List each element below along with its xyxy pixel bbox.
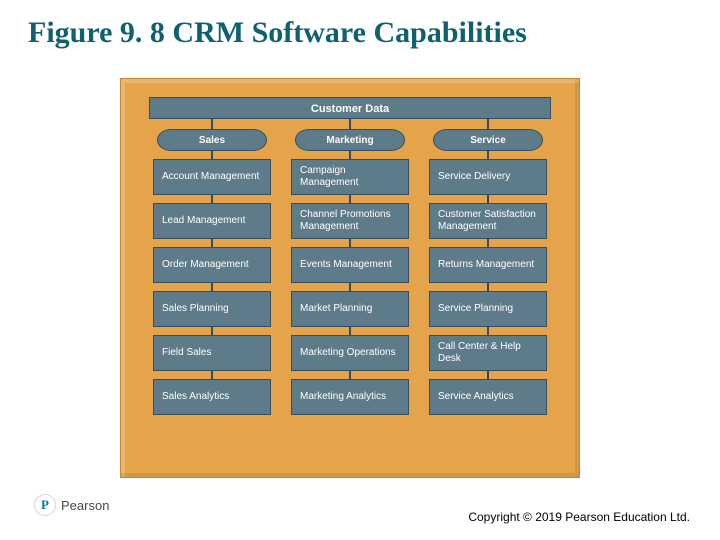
connector [211,283,213,291]
box-call-center-help-desk: Call Center & Help Desk [429,335,547,371]
connector [349,239,351,247]
box-service-planning: Service Planning [429,291,547,327]
header-customer-data: Customer Data [149,97,551,119]
connector [487,371,489,379]
copyright-text: Copyright © 2019 Pearson Education Ltd. [468,510,690,524]
box-sales-planning: Sales Planning [153,291,271,327]
box-campaign-management: Campaign Management [291,159,409,195]
connector [211,327,213,335]
box-lead-management: Lead Management [153,203,271,239]
box-sales-analytics: Sales Analytics [153,379,271,415]
connector [349,195,351,203]
box-events-management: Events Management [291,247,409,283]
box-marketing-analytics: Marketing Analytics [291,379,409,415]
connector [487,119,489,129]
box-returns-management: Returns Management [429,247,547,283]
connector [349,119,351,129]
connector [211,119,213,129]
column-sales: Sales Account Management Lead Management… [149,119,275,459]
figure-title: Figure 9. 8 CRM Software Capabilities [28,16,527,50]
pill-service: Service [433,129,543,151]
column-service: Service Service Delivery Customer Satisf… [425,119,551,459]
box-service-analytics: Service Analytics [429,379,547,415]
columns-container: Sales Account Management Lead Management… [149,119,551,459]
connector [211,151,213,159]
pearson-logo-text: Pearson [61,498,109,513]
pearson-logo: P Pearson [34,494,109,516]
slide: Figure 9. 8 CRM Software Capabilities Cu… [0,0,720,540]
connector [211,239,213,247]
connector [487,151,489,159]
connector [349,283,351,291]
figure-frame: Customer Data Sales Account Management L… [120,78,580,478]
box-marketing-operations: Marketing Operations [291,335,409,371]
connector [487,327,489,335]
box-customer-satisfaction-management: Customer Satisfaction Management [429,203,547,239]
figure-inner: Customer Data Sales Account Management L… [139,97,561,459]
column-marketing: Marketing Campaign Management Channel Pr… [287,119,413,459]
box-channel-promotions-management: Channel Promotions Management [291,203,409,239]
connector [487,283,489,291]
box-service-delivery: Service Delivery [429,159,547,195]
connector [487,195,489,203]
connector [211,195,213,203]
connector [349,151,351,159]
connector [349,327,351,335]
box-account-management: Account Management [153,159,271,195]
connector [349,371,351,379]
box-order-management: Order Management [153,247,271,283]
connector [487,239,489,247]
box-market-planning: Market Planning [291,291,409,327]
box-field-sales: Field Sales [153,335,271,371]
pearson-logo-icon: P [34,494,56,516]
pill-marketing: Marketing [295,129,405,151]
connector [211,371,213,379]
pill-sales: Sales [157,129,267,151]
